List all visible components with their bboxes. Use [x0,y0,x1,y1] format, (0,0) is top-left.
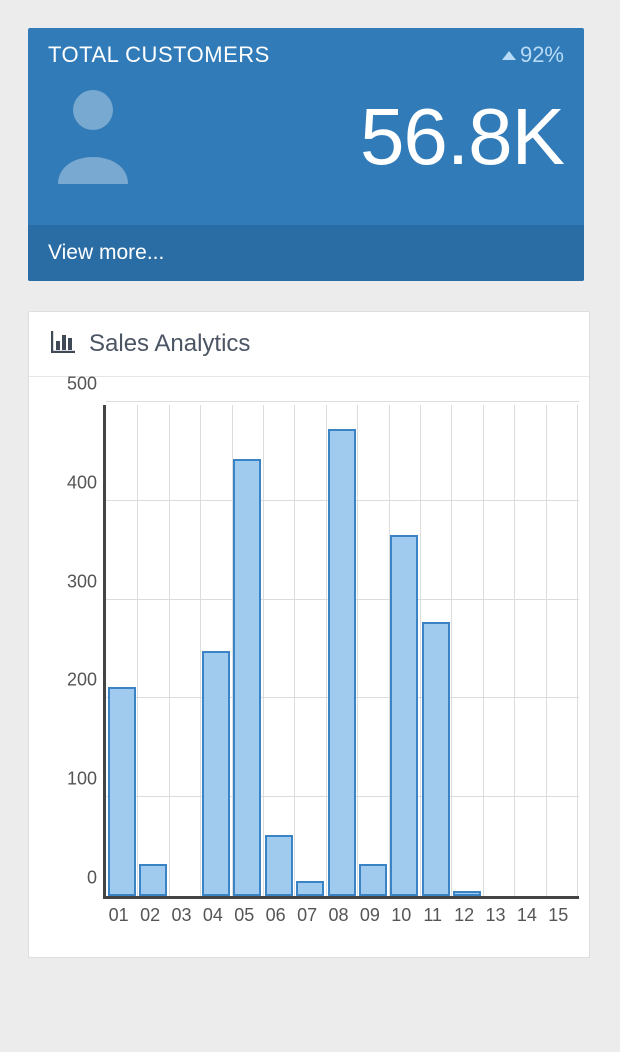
chart-bar [296,881,324,896]
chart-bar [233,459,261,896]
chart-x-tick: 13 [485,905,505,926]
chart-y-tick: 100 [67,769,97,790]
chart-vgrid [451,405,452,896]
chart-x-tick: 08 [328,905,348,926]
sales-analytics-panel: Sales Analytics 0100200300400500 0102030… [28,311,590,958]
stat-card-body: 56.8K [28,78,584,225]
chart-y-axis: 0100200300400500 [51,405,103,899]
chart-bar [202,651,230,896]
chart-y-tick: 0 [87,868,97,889]
stat-card-change: 92% [502,42,564,68]
chart-x-tick: 12 [454,905,474,926]
chart-x-tick: 15 [548,905,568,926]
chart-y-tick: 500 [67,374,97,395]
chart-x-tick: 03 [171,905,191,926]
bar-chart-icon [51,331,75,358]
chart-vgrid [137,405,138,896]
chart-x-tick: 02 [140,905,160,926]
chart-x-tick: 11 [423,905,442,926]
chart-vgrid [169,405,170,896]
chart-bar [422,622,450,896]
chart-y-tick: 400 [67,472,97,493]
chart-vgrid [577,405,578,896]
chart-vgrid [546,405,547,896]
chart-x-tick: 10 [391,905,411,926]
stat-card-total-customers: TOTAL CUSTOMERS 92% 56.8K View more... [28,28,584,281]
stat-card-title: TOTAL CUSTOMERS [48,42,270,68]
chart-gridline [106,401,579,402]
chart-bar [108,687,136,896]
stat-card-change-value: 92% [520,42,564,68]
view-more-button[interactable]: View more... [28,225,584,281]
chart-vgrid [357,405,358,896]
user-icon [48,84,138,189]
stat-card-header: TOTAL CUSTOMERS 92% [28,28,584,78]
chart-bar [453,891,481,896]
panel-title: Sales Analytics [89,330,250,358]
chart-x-tick: 04 [203,905,223,926]
sales-analytics-chart: 0100200300400500 01020304050607080910111… [51,405,579,935]
chart-vgrid [514,405,515,896]
chart-x-tick: 01 [109,905,129,926]
chart-bar [390,535,418,896]
chart-vgrid [263,405,264,896]
chart-y-tick: 300 [67,571,97,592]
chart-x-tick: 05 [234,905,254,926]
stat-card-value: 56.8K [360,91,564,183]
caret-up-icon [502,51,516,60]
chart-plot-area [103,405,579,899]
chart-x-tick: 07 [297,905,317,926]
chart-x-tick: 14 [517,905,537,926]
panel-header: Sales Analytics [29,312,589,377]
chart-y-tick: 200 [67,670,97,691]
chart-x-axis: 01 02 03 04 05 06 07 08 09 10 11 12 13 14 15 [103,899,579,935]
chart-bar [265,835,293,896]
chart-vgrid [483,405,484,896]
chart-bar [139,864,167,896]
chart-x-tick: 06 [266,905,286,926]
chart-x-tick: 09 [360,905,380,926]
chart-bar [328,429,356,896]
chart-vgrid [294,405,295,896]
chart-bar [359,864,387,896]
panel-body: 0 100 200 300 400 500 01 02 03 04 05 06 07 08 09 10 11 1… [29,377,589,957]
